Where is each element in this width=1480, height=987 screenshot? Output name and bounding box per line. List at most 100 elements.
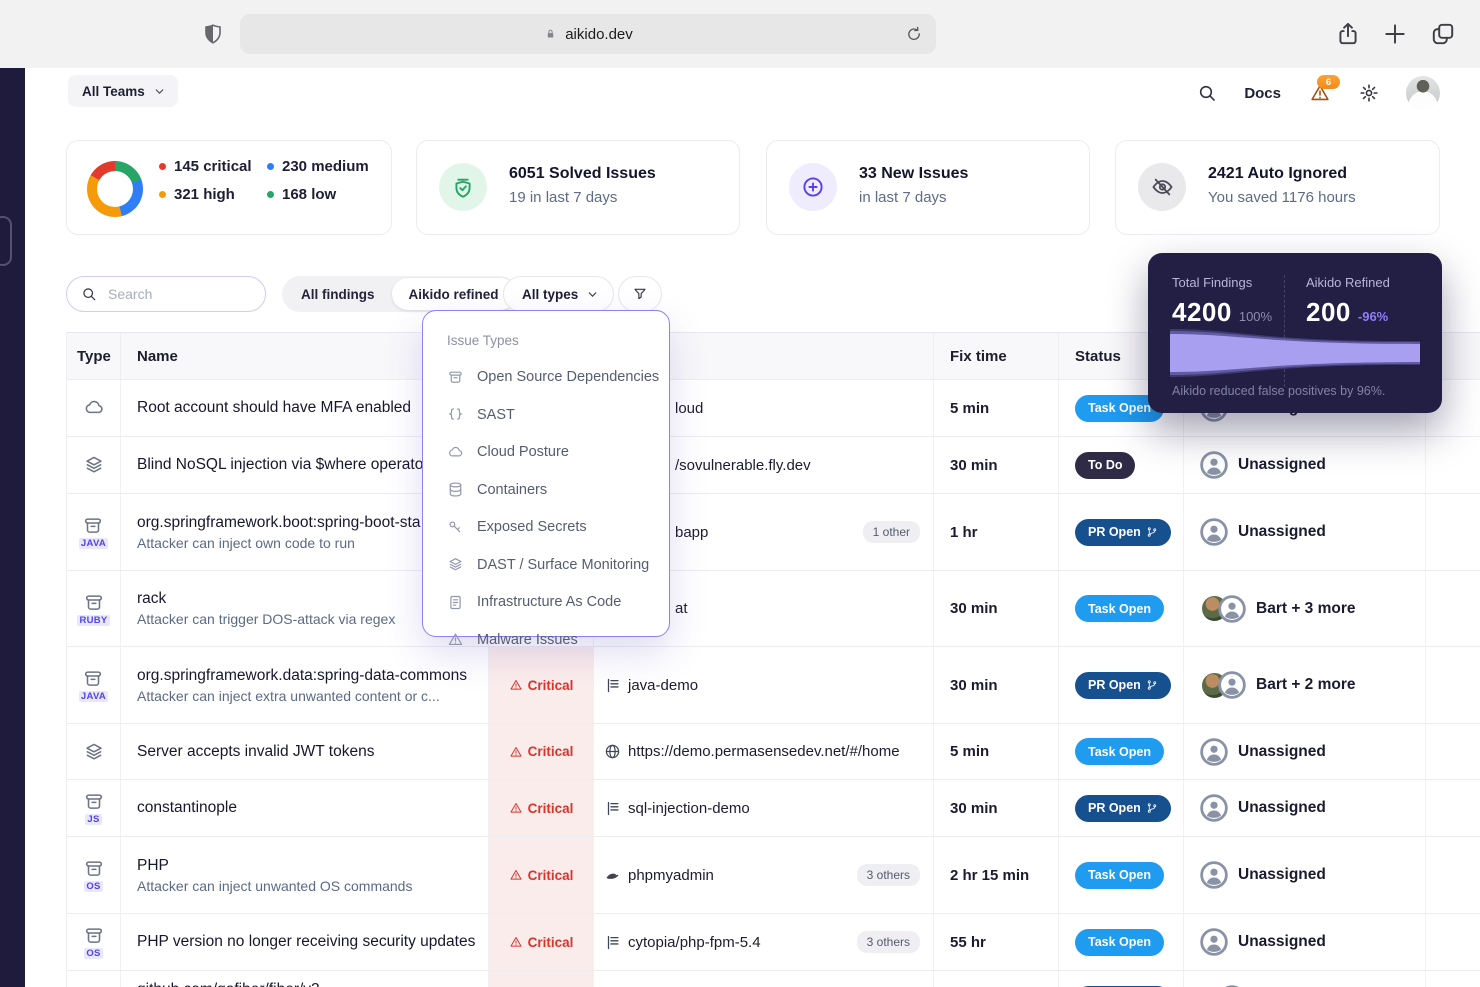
status-badge[interactable]: Task Open — [1075, 595, 1164, 622]
name-cell[interactable]: Server accepts invalid JWT tokens — [121, 724, 489, 779]
containers-icon — [447, 481, 464, 498]
user-avatar[interactable] — [1406, 76, 1440, 110]
severity-summary-card[interactable]: 145 critical 230 medium 321 high 168 low — [66, 140, 392, 235]
target-cell[interactable] — [594, 971, 934, 987]
status-badge[interactable]: Task Open — [1075, 929, 1164, 956]
new-tab-icon[interactable] — [1382, 20, 1408, 48]
auto-ignored-card[interactable]: 2421 Auto Ignored You saved 1176 hours — [1115, 140, 1440, 235]
share-icon[interactable] — [1335, 20, 1361, 48]
spacer-cell — [1426, 437, 1480, 493]
menu-item-containers[interactable]: Containers — [447, 478, 645, 502]
status-badge[interactable]: To Do — [1075, 452, 1135, 479]
fix-time-cell: 55 hr — [934, 914, 1059, 970]
assignee-cell[interactable]: Bart + 2 more — [1184, 647, 1426, 723]
assignee-cell[interactable]: Bart + 3 more — [1184, 571, 1426, 646]
target-cell[interactable]: https://demo.permasensedev.net/#/home — [594, 724, 934, 779]
table-row[interactable]: Blind NoSQL injection via $where operato… — [67, 437, 1480, 494]
name-cell[interactable]: constantinople — [121, 780, 489, 836]
name-cell[interactable]: org.springframework.data:spring-data-com… — [121, 647, 489, 723]
fix-time-cell: 2 hr 15 min — [934, 837, 1059, 913]
search-icon[interactable] — [1197, 83, 1217, 103]
table-row[interactable]: Server accepts invalid JWT tokens Critica… — [67, 724, 1480, 780]
target-cell[interactable]: phpmyadmin3 others — [594, 837, 934, 913]
menu-item-iac[interactable]: Infrastructure As Code — [447, 590, 645, 614]
table-row[interactable]: OSPHPAttacker can inject unwanted OS com… — [67, 837, 1480, 914]
status-badge[interactable]: PR Open — [1075, 795, 1171, 822]
search-icon — [81, 286, 97, 302]
refresh-icon[interactable] — [905, 25, 923, 43]
status-badge[interactable]: PR Open — [1075, 672, 1171, 699]
type-icon — [83, 592, 105, 614]
new-issues-card[interactable]: 33 New Issues in last 7 days — [766, 140, 1090, 235]
assignee-cell[interactable]: Unassigned — [1184, 780, 1426, 836]
issue-types-menu-title: Issue Types — [447, 333, 645, 348]
toggle-all-findings[interactable]: All findings — [284, 278, 392, 310]
menu-item-open-source-dependencies[interactable]: Open Source Dependencies — [447, 365, 645, 389]
name-cell[interactable]: PHP version no longer receiving security… — [121, 914, 489, 970]
braces-icon — [447, 406, 464, 423]
fix-time-cell: 5 min — [934, 380, 1059, 436]
type-icon — [82, 668, 104, 690]
table-row[interactable]: OS PHP version no longer receiving securi… — [67, 914, 1480, 971]
tab-overview-icon[interactable] — [1430, 20, 1456, 48]
table-row[interactable]: github.com/gofiber/fiber/v2PR Open — [67, 971, 1480, 987]
menu-item-exposed-secrets[interactable]: Exposed Secrets — [447, 515, 645, 539]
type-icon — [83, 925, 105, 947]
privacy-shield-icon[interactable] — [201, 21, 225, 47]
solved-issues-card[interactable]: 6051 Solved Issues 19 in last 7 days — [416, 140, 740, 235]
assignee-avatars — [1200, 794, 1228, 822]
target-text: phpmyadmin — [628, 867, 714, 884]
name-cell[interactable]: PHPAttacker can inject unwanted OS comma… — [121, 837, 489, 913]
sidebar-handle[interactable] — [0, 216, 12, 266]
search-field[interactable] — [66, 276, 266, 312]
assignee-cell[interactable]: Unassigned — [1184, 494, 1426, 570]
target-cell[interactable]: sql-injection-demo — [594, 780, 934, 836]
severity-label: Critical — [528, 744, 574, 759]
gear-icon[interactable] — [1359, 83, 1379, 103]
table-row[interactable]: JAVAorg.springframework.boot:spring-boot… — [67, 494, 1480, 571]
assignee-cell[interactable]: Unassigned — [1184, 724, 1426, 779]
finding-name: Server accepts invalid JWT tokens — [137, 743, 374, 761]
all-types-dropdown[interactable]: All types — [503, 276, 614, 312]
status-cell: Task Open — [1059, 571, 1184, 646]
status-badge[interactable]: Task Open — [1075, 738, 1164, 765]
menu-item-malware[interactable]: Malware Issues — [447, 628, 645, 652]
ecosystem-label: OS — [84, 948, 102, 959]
menu-item-sast[interactable]: SAST — [447, 403, 645, 427]
col-fix-time[interactable]: Fix time — [934, 333, 1059, 379]
name-cell[interactable]: github.com/gofiber/fiber/v2 — [121, 971, 489, 987]
table-row[interactable]: JSconstantinopleCriticalsql-injection-de… — [67, 780, 1480, 837]
assignee-cell[interactable]: Unassigned — [1184, 437, 1426, 493]
assignee-label: Unassigned — [1238, 799, 1326, 817]
menu-item-dast[interactable]: DAST / Surface Monitoring — [447, 553, 645, 577]
target-text: bapp — [675, 524, 708, 541]
address-bar[interactable]: aikido.dev — [240, 14, 936, 54]
assignee-cell[interactable]: Unassigned — [1184, 837, 1426, 913]
target-cell[interactable]: java-demo — [594, 647, 934, 723]
fix-time-cell: 1 hr — [934, 494, 1059, 570]
toggle-aikido-refined[interactable]: Aikido refined — [392, 278, 516, 310]
status-cell: PR Open — [1059, 780, 1184, 836]
assignee-label: Bart + 2 more — [1256, 676, 1356, 694]
alerts-button[interactable]: 6 — [1308, 82, 1332, 104]
legend-high: 321 high — [159, 186, 267, 203]
docs-link[interactable]: Docs — [1244, 85, 1281, 102]
assignee-cell[interactable]: Unassigned — [1184, 914, 1426, 970]
table-row[interactable]: JAVAorg.springframework.data:spring-data… — [67, 647, 1480, 724]
filter-button[interactable] — [618, 276, 662, 312]
table-row[interactable]: RUBYrackAttacker can trigger DOS-attack … — [67, 571, 1480, 647]
warning-triangle-icon — [447, 631, 464, 648]
search-input[interactable] — [106, 285, 240, 303]
assignee-avatars — [1200, 451, 1228, 479]
menu-item-cloud-posture[interactable]: Cloud Posture — [447, 440, 645, 464]
target-cell[interactable]: cytopia/php-fpm-5.43 others — [594, 914, 934, 970]
status-badge[interactable]: Task Open — [1075, 862, 1164, 889]
team-selector-label: All Teams — [82, 84, 145, 99]
collapsed-sidebar[interactable] — [0, 68, 25, 987]
assignee-cell[interactable] — [1184, 971, 1426, 987]
unassigned-avatar-icon — [1218, 671, 1246, 699]
chevron-down-icon — [586, 288, 599, 301]
col-type[interactable]: Type — [67, 333, 121, 379]
team-selector[interactable]: All Teams — [68, 75, 178, 107]
status-badge[interactable]: PR Open — [1075, 519, 1171, 546]
